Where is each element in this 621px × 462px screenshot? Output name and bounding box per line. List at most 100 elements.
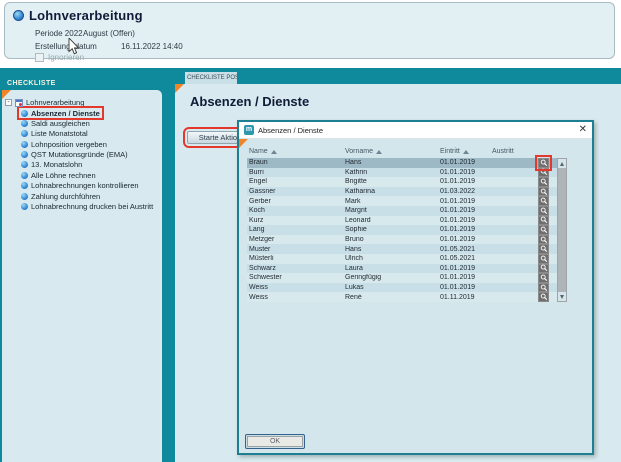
column-header-label: Vorname: [345, 148, 373, 155]
cell-eintritt: 01.01.2019: [438, 274, 490, 281]
sphere-icon: [21, 120, 28, 127]
cell-name: Kurz: [247, 217, 343, 224]
cell-vorname: Hans: [343, 246, 438, 253]
payroll-sphere-icon: [13, 10, 24, 21]
magnifier-icon[interactable]: [538, 206, 549, 216]
cell-eintritt: 01.03.2022: [438, 188, 490, 195]
sidebar-item-absenzen-dienste[interactable]: Absenzen / Dienste: [19, 108, 102, 118]
magnifier-icon[interactable]: [538, 264, 549, 274]
magnifier-icon[interactable]: [538, 273, 549, 283]
table-row[interactable]: WeissLukas01.01.2019: [247, 283, 559, 293]
sidebar-item-13-monatslohn[interactable]: 13. Monatslohn: [19, 160, 84, 170]
sidebar-item-qst-mutationsgr-nde-ema-[interactable]: QST Mutationsgründe (EMA): [19, 150, 130, 160]
cell-name: Gassner: [247, 188, 343, 195]
sidebar-item-lohnabrechnungen-kontrollieren[interactable]: Lohnabrechnungen kontrollieren: [19, 181, 141, 191]
table-row[interactable]: GassnerKatharina01.03.2022: [247, 187, 559, 197]
periode-label: Periode 2022: [35, 29, 83, 38]
page-title: Lohnverarbeitung: [29, 8, 143, 23]
magnifier-icon[interactable]: [538, 187, 549, 197]
sidebar-item-zahlung-durchf-hren[interactable]: Zahlung durchführen: [19, 191, 102, 201]
table-row[interactable]: KochMargrit01.01.2019: [247, 206, 559, 216]
sphere-icon: [21, 130, 28, 137]
table-row[interactable]: LangSophie01.01.2019: [247, 225, 559, 235]
dialog-titlebar[interactable]: m Absenzen / Dienste ✕: [239, 122, 592, 139]
cell-eintritt: 01.01.2019: [438, 226, 490, 233]
table-row[interactable]: BraunHans01.01.2019: [247, 158, 559, 168]
scroll-down-icon[interactable]: [558, 292, 566, 301]
table-row[interactable]: SchwesterGeringfügig01.01.2019: [247, 273, 559, 283]
mouse-cursor: [68, 38, 80, 55]
sidebar-item-label: 13. Monatslohn: [31, 160, 82, 169]
periode-value: August (Offen): [83, 29, 135, 38]
sidebar-item-alle-l-hne-rechnen[interactable]: Alle Löhne rechnen: [19, 170, 98, 180]
sphere-icon: [21, 161, 28, 168]
sidebar-item-label: Zahlung durchführen: [31, 192, 100, 201]
magnifier-icon[interactable]: [538, 158, 549, 168]
close-icon[interactable]: ✕: [579, 125, 587, 135]
cell-eintritt: 01.05.2021: [438, 246, 490, 253]
column-header-vorname[interactable]: Vorname: [343, 148, 438, 155]
employee-table: Name Vorname Eintritt Austritt BraunHans01.…: [247, 145, 559, 302]
app-icon: m: [244, 125, 254, 135]
magnifier-icon[interactable]: [538, 244, 549, 254]
cell-eintritt: 01.01.2019: [438, 159, 490, 166]
sort-ascending-icon: [376, 150, 382, 154]
sphere-icon: [21, 172, 28, 179]
table-row[interactable]: SchwarzLaura01.01.2019: [247, 264, 559, 274]
sidebar-item-lohnposition-vergeben[interactable]: Lohnposition vergeben: [19, 139, 109, 149]
table-row[interactable]: EngelBrigitte01.01.2019: [247, 177, 559, 187]
column-header-name[interactable]: Name: [247, 148, 343, 155]
cell-name: Weiss: [247, 284, 343, 291]
cell-name: Weiss: [247, 294, 343, 301]
sort-ascending-icon: [463, 150, 469, 154]
collapse-icon[interactable]: -: [5, 99, 12, 106]
table-row[interactable]: BurriKathrin01.01.2019: [247, 168, 559, 178]
magnifier-icon[interactable]: [538, 225, 549, 235]
scroll-up-icon[interactable]: [558, 159, 566, 168]
cell-name: Metzger: [247, 236, 343, 243]
table-row[interactable]: MüsterliUlrich01.05.2021: [247, 254, 559, 264]
ignore-checkbox[interactable]: [35, 53, 44, 62]
cell-vorname: Hans: [343, 159, 438, 166]
sidebar-item-label: Liste Monatstotal: [31, 129, 88, 138]
cell-name: Gerber: [247, 198, 343, 205]
table-row[interactable]: KurzLeonard01.01.2019: [247, 216, 559, 226]
column-header-austritt[interactable]: Austritt: [490, 148, 538, 155]
sidebar-item-saldi-ausgleichen[interactable]: Saldi ausgleichen: [19, 118, 92, 128]
magnifier-icon[interactable]: [538, 196, 549, 206]
cell-vorname: Sophie: [343, 226, 438, 233]
magnifier-icon[interactable]: [538, 235, 549, 245]
sidebar-item-label: Saldi ausgleichen: [31, 119, 90, 128]
sphere-icon: [21, 182, 28, 189]
employee-table-header: Name Vorname Eintritt Austritt: [247, 145, 559, 158]
column-header-label: Name: [249, 148, 268, 155]
absenzen-dialog: m Absenzen / Dienste ✕ Name Vorname Eintri…: [237, 120, 594, 455]
column-header-eintritt[interactable]: Eintritt: [438, 148, 490, 155]
table-row[interactable]: GerberMark01.01.2019: [247, 196, 559, 206]
table-row[interactable]: MusterHans01.05.2021: [247, 244, 559, 254]
cell-vorname: Mark: [343, 198, 438, 205]
magnifier-icon[interactable]: [538, 216, 549, 226]
column-header-label: Eintritt: [440, 148, 460, 155]
sidebar-item-lohnabrechnung-drucken-bei-austritt[interactable]: Lohnabrechnung drucken bei Austritt: [19, 202, 155, 212]
dialog-title: Absenzen / Dienste: [258, 126, 323, 135]
table-scrollbar[interactable]: [557, 158, 567, 302]
cell-name: Schwester: [247, 274, 343, 281]
sidebar-item-label: Lohnabrechnungen kontrollieren: [31, 181, 139, 190]
ok-button-label: OK: [247, 436, 303, 447]
magnifier-icon[interactable]: [538, 168, 549, 178]
cell-vorname: Bruno: [343, 236, 438, 243]
cell-vorname: René: [343, 294, 438, 301]
magnifier-icon[interactable]: [538, 177, 549, 187]
magnifier-icon[interactable]: [538, 254, 549, 264]
tab-checkliste-pos[interactable]: CHECKLISTE POS...: [185, 72, 237, 84]
ok-button[interactable]: OK: [245, 434, 305, 449]
magnifier-icon[interactable]: [538, 283, 549, 293]
table-row[interactable]: MetzgerBruno01.01.2019: [247, 235, 559, 245]
payroll-doc-icon: [15, 99, 23, 107]
sidebar-item-liste-monatstotal[interactable]: Liste Monatstotal: [19, 129, 90, 139]
table-row[interactable]: WeissRené01.11.2019: [247, 292, 559, 302]
tree-root-item[interactable]: - Lohnverarbeitung: [5, 97, 159, 108]
magnifier-icon[interactable]: [538, 292, 549, 302]
sidebar-item-label: Absenzen / Dienste: [31, 109, 100, 118]
